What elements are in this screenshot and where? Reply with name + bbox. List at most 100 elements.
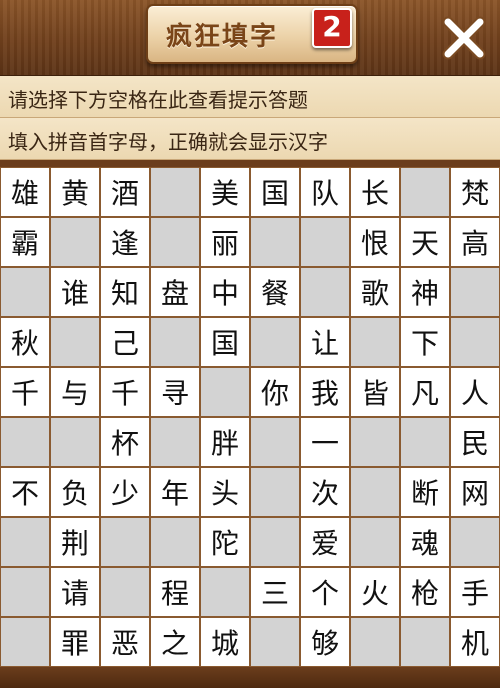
grid-cell-blank[interactable] bbox=[0, 267, 50, 317]
grid-cell-blank[interactable] bbox=[0, 567, 50, 617]
grid-cell-filled: 美 bbox=[200, 167, 250, 217]
grid-cell-filled: 与 bbox=[50, 367, 100, 417]
grid-cell-blank[interactable] bbox=[200, 367, 250, 417]
grid-cell-blank[interactable] bbox=[150, 317, 200, 367]
grid-cell-blank[interactable] bbox=[0, 617, 50, 667]
grid-cell-blank[interactable] bbox=[150, 517, 200, 567]
grid-cell-filled: 国 bbox=[200, 317, 250, 367]
grid-cell-blank[interactable] bbox=[250, 317, 300, 367]
grid-cell-filled: 皆 bbox=[350, 367, 400, 417]
grid-cell-filled: 梵 bbox=[450, 167, 500, 217]
grid-cell-filled: 餐 bbox=[250, 267, 300, 317]
grid-cell-blank[interactable] bbox=[250, 417, 300, 467]
hint-text-2: 填入拼音首字母，正确就会显示汉字 bbox=[8, 130, 328, 154]
grid-cell-blank[interactable] bbox=[100, 517, 150, 567]
grid-cell-filled: 机 bbox=[450, 617, 500, 667]
grid-cell-filled: 雄 bbox=[0, 167, 50, 217]
grid-cell-filled: 高 bbox=[450, 217, 500, 267]
grid-cell-filled: 丽 bbox=[200, 217, 250, 267]
grid-cell-filled: 一 bbox=[300, 417, 350, 467]
grid-cell-filled: 长 bbox=[350, 167, 400, 217]
grid-cell-filled: 罪 bbox=[50, 617, 100, 667]
grid-cell-blank[interactable] bbox=[150, 217, 200, 267]
hint-text-1: 请选择下方空格在此查看提示答题 bbox=[8, 88, 308, 112]
grid-cell-filled: 己 bbox=[100, 317, 150, 367]
grid-cell-blank[interactable] bbox=[150, 417, 200, 467]
grid-cell-filled: 网 bbox=[450, 467, 500, 517]
grid-cell-blank[interactable] bbox=[400, 617, 450, 667]
grid-cell-blank[interactable] bbox=[250, 517, 300, 567]
grid-cell-filled: 不 bbox=[0, 467, 50, 517]
grid-cell-filled: 寻 bbox=[150, 367, 200, 417]
grid-cell-filled: 队 bbox=[300, 167, 350, 217]
grid-cell-blank[interactable] bbox=[250, 217, 300, 267]
grid-cell-filled: 凡 bbox=[400, 367, 450, 417]
grid-cell-blank[interactable] bbox=[250, 617, 300, 667]
grid-cell-blank[interactable] bbox=[200, 567, 250, 617]
grid-cell-filled: 逢 bbox=[100, 217, 150, 267]
grid-cell-filled: 人 bbox=[450, 367, 500, 417]
grid-cell-filled: 城 bbox=[200, 617, 250, 667]
grid-cell-filled: 三 bbox=[250, 567, 300, 617]
grid-cell-filled: 够 bbox=[300, 617, 350, 667]
grid-cell-filled: 我 bbox=[300, 367, 350, 417]
grid-cell-filled: 个 bbox=[300, 567, 350, 617]
grid-cell-blank[interactable] bbox=[400, 167, 450, 217]
grid-cell-filled: 杯 bbox=[100, 417, 150, 467]
grid-cell-blank[interactable] bbox=[150, 167, 200, 217]
grid-cell-filled: 千 bbox=[100, 367, 150, 417]
grid-cell-blank[interactable] bbox=[100, 567, 150, 617]
grid-cell-blank[interactable] bbox=[300, 217, 350, 267]
grid-cell-blank[interactable] bbox=[0, 517, 50, 567]
grid-cell-filled: 天 bbox=[400, 217, 450, 267]
grid-cell-blank[interactable] bbox=[450, 517, 500, 567]
grid-cell-filled: 请 bbox=[50, 567, 100, 617]
grid-cell-blank[interactable] bbox=[400, 417, 450, 467]
grid-cell-filled: 程 bbox=[150, 567, 200, 617]
grid-cell-filled: 国 bbox=[250, 167, 300, 217]
grid-cell-filled: 少 bbox=[100, 467, 150, 517]
grid-cell-blank[interactable] bbox=[300, 267, 350, 317]
grid-cell-filled: 酒 bbox=[100, 167, 150, 217]
grid-cell-filled: 歌 bbox=[350, 267, 400, 317]
grid-cell-filled: 谁 bbox=[50, 267, 100, 317]
grid-cell-blank[interactable] bbox=[50, 217, 100, 267]
grid-cell-blank[interactable] bbox=[350, 417, 400, 467]
grid-cell-filled: 下 bbox=[400, 317, 450, 367]
grid-cell-filled: 陀 bbox=[200, 517, 250, 567]
grid-cell-filled: 荆 bbox=[50, 517, 100, 567]
game-title: 疯狂填字 bbox=[166, 22, 279, 52]
grid-cell-blank[interactable] bbox=[350, 517, 400, 567]
top-bar: 疯狂填字 2 bbox=[0, 0, 500, 76]
grid-cell-blank[interactable] bbox=[350, 617, 400, 667]
grid-cell-filled: 负 bbox=[50, 467, 100, 517]
grid-cell-blank[interactable] bbox=[450, 267, 500, 317]
grid-cell-filled: 民 bbox=[450, 417, 500, 467]
close-button[interactable] bbox=[440, 14, 488, 62]
grid-cell-blank[interactable] bbox=[50, 317, 100, 367]
hint-bar-1: 请选择下方空格在此查看提示答题 bbox=[0, 76, 500, 118]
grid-cell-blank[interactable] bbox=[350, 467, 400, 517]
grid-cell-blank[interactable] bbox=[250, 467, 300, 517]
grid-cell-blank[interactable] bbox=[50, 417, 100, 467]
grid-cell-filled: 霸 bbox=[0, 217, 50, 267]
grid-cell-filled: 中 bbox=[200, 267, 250, 317]
grid-cell-filled: 火 bbox=[350, 567, 400, 617]
grid-cell-filled: 胖 bbox=[200, 417, 250, 467]
grid-cell-blank[interactable] bbox=[350, 317, 400, 367]
grid-cell-blank[interactable] bbox=[450, 317, 500, 367]
grid-cell-filled: 爱 bbox=[300, 517, 350, 567]
grid-cell-filled: 神 bbox=[400, 267, 450, 317]
grid-cell-filled: 秋 bbox=[0, 317, 50, 367]
grid-cell-filled: 头 bbox=[200, 467, 250, 517]
grid-cell-filled: 断 bbox=[400, 467, 450, 517]
grid-cell-filled: 千 bbox=[0, 367, 50, 417]
grid-cell-filled: 让 bbox=[300, 317, 350, 367]
grid-cell-filled: 恶 bbox=[100, 617, 150, 667]
grid-cell-filled: 手 bbox=[450, 567, 500, 617]
grid-cell-filled: 次 bbox=[300, 467, 350, 517]
grid-cell-filled: 魂 bbox=[400, 517, 450, 567]
close-icon bbox=[442, 16, 486, 60]
grid-cell-blank[interactable] bbox=[0, 417, 50, 467]
grid-cell-filled: 黄 bbox=[50, 167, 100, 217]
